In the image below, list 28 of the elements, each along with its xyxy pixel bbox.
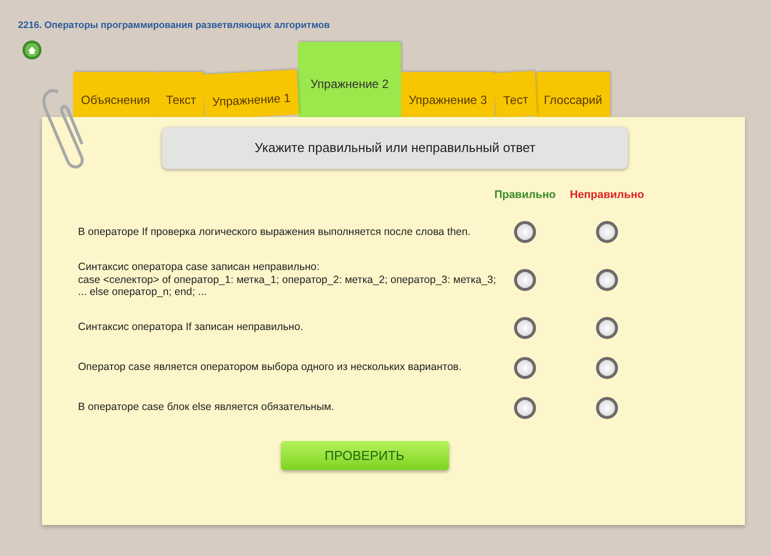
- page-title: 2216. Операторы программирования разветвляющих алгоритмов: [18, 19, 331, 33]
- radio-button[interactable]: [514, 316, 536, 339]
- tab[interactable]: Упражнение 3: [400, 72, 495, 117]
- radio-button[interactable]: [514, 221, 536, 243]
- check-button[interactable]: ПРОВЕРИТЬ: [280, 440, 448, 470]
- question-text: В операторе case блок else является обязательным.: [78, 401, 336, 414]
- radio-button[interactable]: [596, 221, 618, 243]
- tab[interactable]: Упражнение 2: [298, 42, 401, 117]
- column-header: Неправильно: [570, 188, 644, 202]
- question-text: В операторе If проверка логического выражения выполняется после слова then.: [78, 226, 472, 238]
- radio-button[interactable]: [596, 268, 618, 291]
- radio-button[interactable]: [514, 396, 536, 419]
- tab[interactable]: Объяснения: [73, 72, 158, 117]
- question-text: Синтаксис оператора case записан неправильно: case <селектор> of оператор_1: метка_1; оператор_2: метка_2; оператор_3: метка_3; ... else оператор_n; end; ...: [78, 261, 498, 299]
- tab[interactable]: Текст: [158, 72, 204, 117]
- radio-button[interactable]: [596, 396, 618, 419]
- radio-button[interactable]: [514, 268, 536, 291]
- question-text: Оператор case является оператором выбора одного из нескольких вариантов.: [78, 361, 463, 374]
- radio-button[interactable]: [596, 316, 618, 339]
- instruction-banner: Укажите правильный или неправильный ответ: [162, 127, 628, 168]
- radio-button[interactable]: [596, 356, 618, 379]
- tab[interactable]: Упражнение 1: [203, 70, 300, 120]
- tab[interactable]: Глоссарий: [536, 72, 610, 117]
- question-text: Синтаксис оператора If записан неправильно.: [78, 321, 304, 334]
- column-header: Правильно: [494, 188, 556, 202]
- radio-button[interactable]: [514, 356, 536, 379]
- tab[interactable]: Тест: [494, 70, 537, 118]
- home-icon[interactable]: [22, 40, 42, 60]
